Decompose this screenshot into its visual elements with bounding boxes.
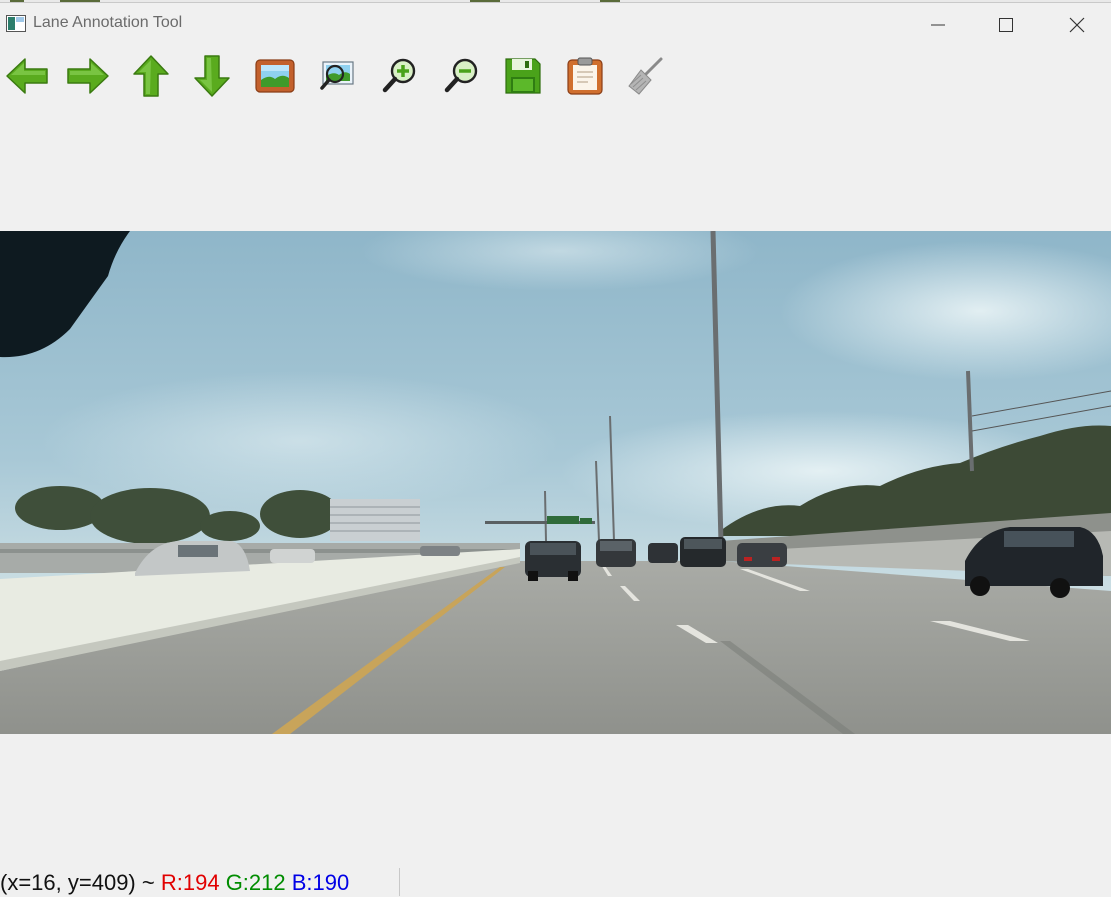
down-button[interactable] (187, 51, 237, 101)
close-button[interactable] (1043, 3, 1111, 47)
minimize-button[interactable] (904, 3, 972, 47)
up-button[interactable] (126, 51, 176, 101)
zoom-in-button[interactable] (374, 51, 424, 101)
app-window-icon (6, 15, 26, 32)
pixel-readout: (x=16, y=409) ~ R:194 G:212 B:190 (0, 869, 349, 897)
clear-button[interactable] (620, 51, 670, 101)
toolbar (0, 51, 700, 103)
maximize-icon (999, 18, 1013, 32)
open-image-button[interactable] (250, 51, 300, 101)
car-lead (525, 541, 581, 581)
fit-zoom-button[interactable] (312, 51, 362, 101)
cursor-coordinates: (x=16, y=409) ~ (0, 870, 155, 895)
next-button[interactable] (63, 51, 113, 101)
zoom-in-icon (382, 58, 416, 93)
previous-button[interactable] (2, 51, 52, 101)
broom-icon (628, 57, 663, 95)
blue-value: B:190 (291, 870, 350, 895)
zoom-out-icon (444, 58, 478, 93)
arrow-up-icon (133, 55, 169, 97)
image-icon (255, 59, 295, 93)
app-window: Lane Annotation Tool (x=16, y=409) ~ R:1… (0, 2, 1111, 896)
maximize-button[interactable] (972, 3, 1040, 47)
floppy-disk-icon (505, 58, 541, 94)
arrow-left-icon (6, 58, 48, 94)
save-button[interactable] (498, 51, 548, 101)
minimize-icon (931, 24, 945, 26)
zoom-fit-icon (320, 61, 354, 90)
arrow-right-icon (67, 58, 109, 94)
status-separator (399, 868, 400, 896)
status-bar: (x=16, y=409) ~ R:194 G:212 B:190 (0, 868, 1111, 896)
clipboard-icon (567, 57, 603, 95)
zoom-out-button[interactable] (436, 51, 486, 101)
green-value: G:212 (225, 870, 286, 895)
arrow-down-icon (194, 55, 230, 97)
image-canvas[interactable] (0, 231, 1111, 734)
title-bar[interactable]: Lane Annotation Tool (0, 3, 1111, 47)
clipboard-button[interactable] (560, 51, 610, 101)
road-image (0, 231, 1111, 734)
window-title: Lane Annotation Tool (33, 14, 183, 31)
red-value: R:194 (160, 870, 220, 895)
close-icon (1069, 17, 1085, 33)
